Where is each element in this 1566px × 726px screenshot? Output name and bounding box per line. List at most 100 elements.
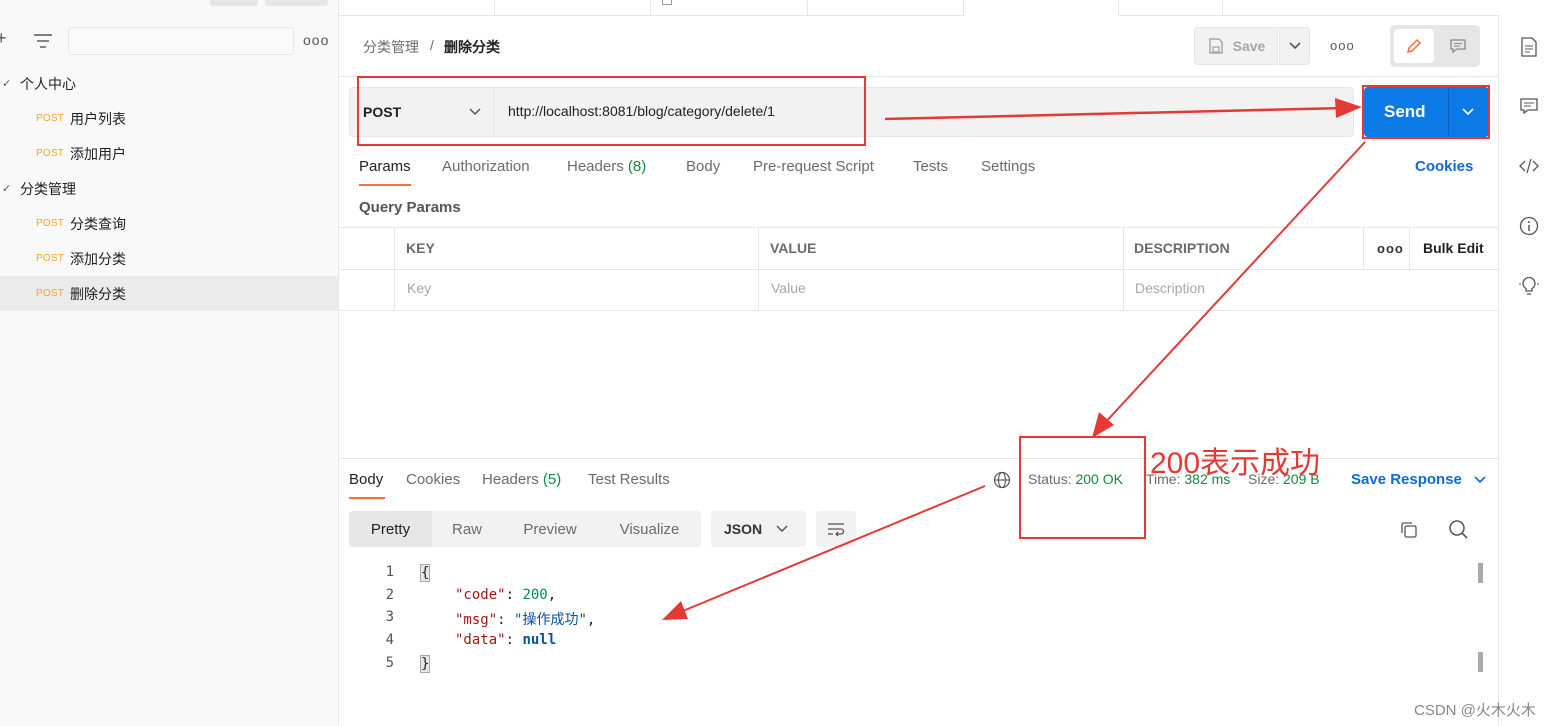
annotation-box-send [1362, 85, 1490, 139]
code-brace-open: { [420, 564, 431, 582]
table-border [339, 269, 1499, 270]
method-badge: POST [36, 148, 65, 159]
scrollbar-thumb[interactable] [1478, 652, 1483, 672]
code-brace-close: } [420, 655, 431, 673]
key-column-header: KEY [406, 240, 435, 256]
tab-headers-label: Headers [567, 158, 624, 175]
folder-item-category-management[interactable]: ✓ 分类管理 [0, 171, 338, 206]
table-border [339, 227, 1499, 228]
request-item-category-query[interactable]: POST 分类查询 [0, 206, 338, 241]
format-select[interactable]: JSON [711, 511, 806, 547]
folder-label: 分类管理 [20, 180, 76, 197]
search-icon[interactable] [1448, 519, 1469, 540]
active-request-tab[interactable] [964, 0, 1118, 17]
annotation-box-request [357, 76, 866, 146]
comment-icon[interactable] [1519, 96, 1539, 116]
chevron-down-icon: ✓ [2, 183, 12, 195]
bulk-edit-button[interactable]: Bulk Edit [1423, 240, 1484, 256]
sidebar-top-button[interactable] [210, 0, 258, 6]
collections-sidebar: + ooo ✓ 个人中心 POST 用户列表 POST 添加用户 ✓ 分类管理 … [0, 0, 339, 726]
method-badge: POST [36, 253, 65, 264]
globe-icon[interactable] [993, 471, 1011, 489]
view-mode-pretty[interactable]: Pretty [349, 511, 432, 547]
save-response-button[interactable]: Save Response [1351, 471, 1486, 488]
save-icon [1208, 38, 1223, 54]
table-border [758, 227, 759, 311]
sidebar-top-button[interactable] [265, 0, 328, 6]
view-mode-visualize[interactable]: Visualize [598, 511, 701, 547]
lightbulb-icon[interactable] [1518, 275, 1540, 297]
tab-headers[interactable]: Headers (8) [567, 158, 646, 175]
save-dropdown-button[interactable] [1279, 27, 1310, 65]
view-mode-preview[interactable]: Preview [502, 511, 598, 547]
chevron-down-icon: ✓ [2, 78, 12, 90]
json-key: "data" [455, 632, 506, 648]
description-input[interactable]: Description [1135, 280, 1205, 296]
response-divider [339, 458, 1499, 459]
response-tab-cookies[interactable]: Cookies [406, 471, 460, 488]
documentation-icon[interactable] [1519, 36, 1539, 58]
response-tab-test-results[interactable]: Test Results [588, 471, 670, 488]
view-mode-raw[interactable]: Raw [432, 511, 502, 547]
tab-prerequest-script[interactable]: Pre-request Script [753, 158, 874, 175]
request-item-delete-category[interactable]: POST 删除分类 [0, 276, 338, 311]
annotation-label: 200表示成功 [1150, 447, 1321, 480]
wrap-lines-button[interactable] [816, 511, 856, 547]
filter-icon[interactable] [32, 32, 54, 53]
request-label: 删除分类 [70, 285, 127, 302]
edit-mode-button[interactable] [1394, 29, 1434, 63]
request-label: 添加用户 [70, 145, 127, 162]
value-input[interactable]: Value [771, 280, 806, 296]
active-response-tab-indicator [349, 497, 385, 499]
save-response-label: Save Response [1351, 471, 1462, 488]
cookies-link[interactable]: Cookies [1415, 158, 1473, 175]
tab-divider [650, 0, 651, 16]
json-value: "操作成功" [514, 612, 587, 628]
value-column-header: VALUE [770, 240, 817, 256]
comments-mode-button[interactable] [1440, 29, 1476, 63]
chevron-down-icon [1288, 42, 1301, 50]
request-item-user-list[interactable]: POST 用户列表 [0, 101, 338, 136]
request-item-add-user[interactable]: POST 添加用户 [0, 136, 338, 171]
chevron-down-icon [776, 525, 788, 533]
info-icon[interactable] [1519, 216, 1539, 236]
request-item-add-category[interactable]: POST 添加分类 [0, 241, 338, 276]
line-number: 4 [385, 632, 394, 648]
response-tab-headers[interactable]: Headers (5) [482, 471, 561, 488]
tab-authorization[interactable]: Authorization [442, 158, 530, 175]
save-button[interactable]: Save [1194, 27, 1278, 65]
folder-item-personal-center[interactable]: ✓ 个人中心 [0, 66, 338, 101]
tab-body[interactable]: Body [686, 158, 720, 175]
code-line: "code": 200, [455, 587, 557, 603]
line-number: 5 [385, 655, 394, 671]
request-title[interactable]: 删除分类 [444, 37, 500, 57]
breadcrumb-parent[interactable]: 分类管理 [363, 37, 419, 57]
more-horizontal-icon[interactable]: ooo [1330, 38, 1355, 53]
tab-settings[interactable]: Settings [981, 158, 1035, 175]
scrollbar-thumb[interactable] [1478, 563, 1483, 583]
breadcrumb-separator: / [430, 37, 434, 53]
table-border [394, 227, 395, 311]
tab-divider [1222, 0, 1223, 16]
line-number: 3 [385, 609, 394, 625]
tab-divider [494, 0, 495, 16]
more-horizontal-icon[interactable]: ooo [303, 32, 329, 48]
tab-tests[interactable]: Tests [913, 158, 948, 175]
response-headers-count: (5) [542, 471, 562, 488]
response-tab-body[interactable]: Body [349, 471, 383, 488]
table-border [1363, 227, 1364, 269]
request-label: 添加分类 [70, 250, 127, 267]
format-value: JSON [724, 521, 763, 537]
line-number: 2 [385, 587, 394, 603]
more-horizontal-icon[interactable]: ooo [1377, 241, 1404, 256]
add-icon[interactable]: + [0, 28, 7, 49]
request-label: 分类查询 [70, 215, 127, 232]
key-input[interactable]: Key [407, 280, 431, 296]
tab-params[interactable]: Params [359, 158, 411, 175]
sidebar-search-input[interactable] [68, 27, 294, 55]
method-badge: POST [36, 288, 65, 299]
copy-icon[interactable] [1399, 520, 1419, 540]
active-tab-indicator [359, 184, 411, 186]
code-icon[interactable] [1518, 157, 1540, 175]
request-label: 用户列表 [70, 110, 127, 127]
